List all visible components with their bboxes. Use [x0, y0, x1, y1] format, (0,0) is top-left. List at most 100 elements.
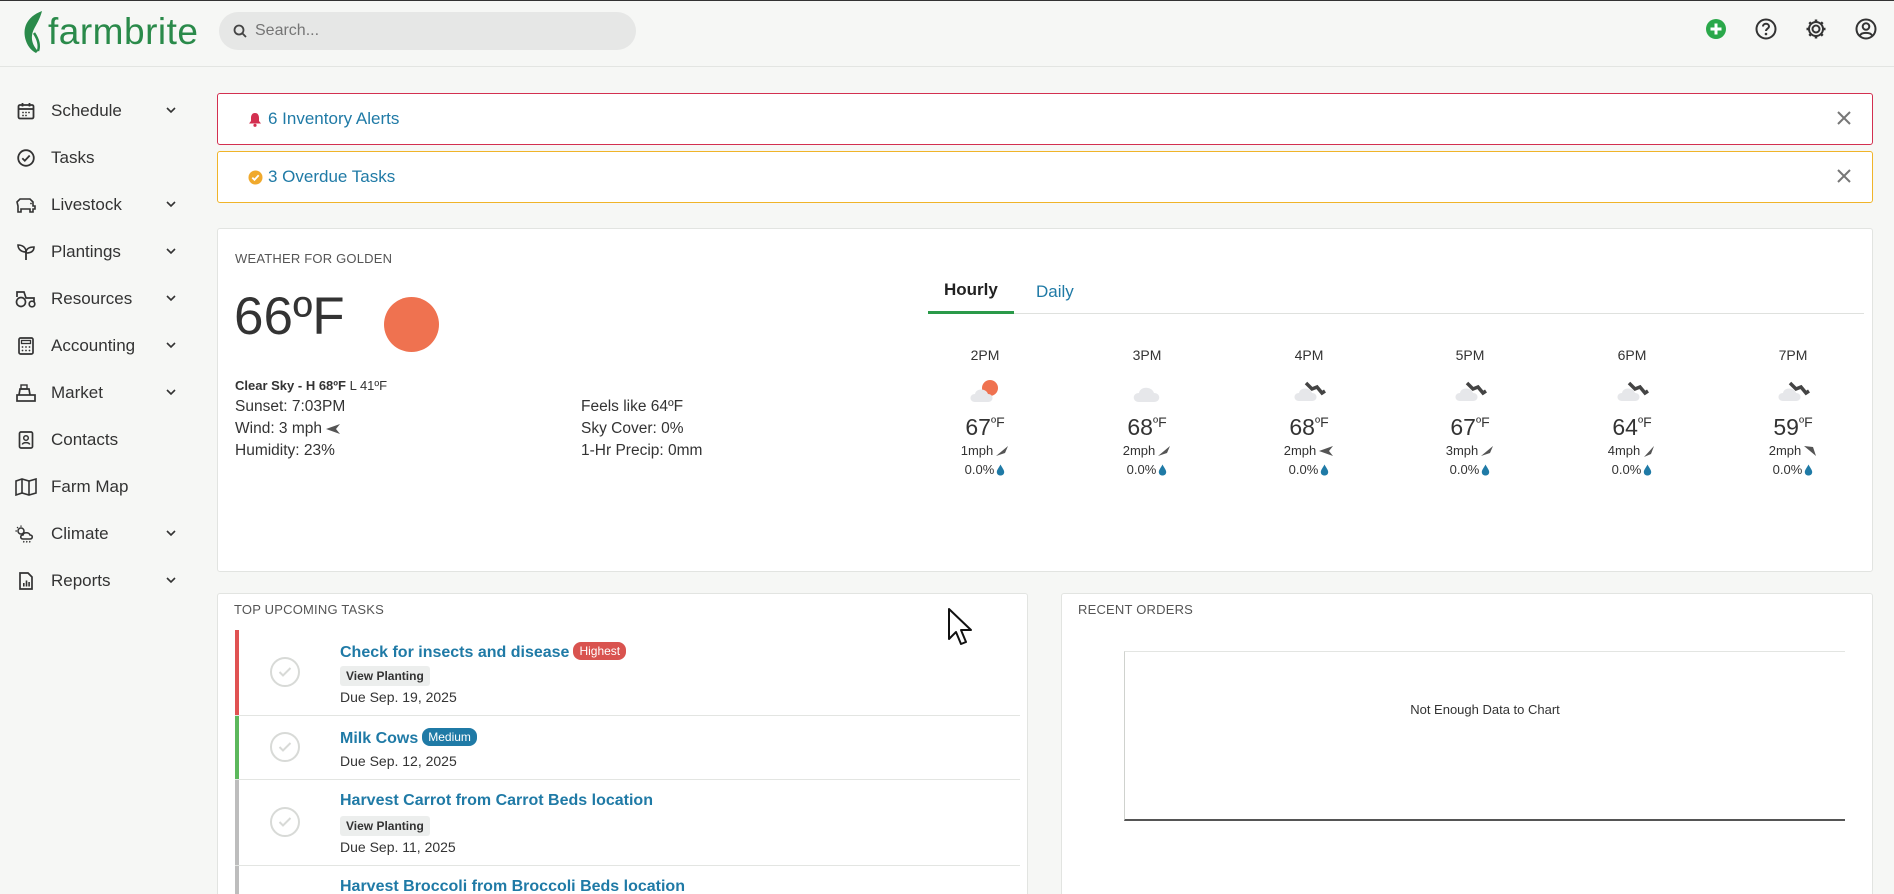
- hour-wind: 1mph: [930, 441, 1040, 460]
- summary-high: Clear Sky - H 68ºF: [235, 378, 346, 393]
- windy-cloud-icon: [1738, 373, 1848, 409]
- account-icon[interactable]: [1854, 17, 1878, 41]
- help-icon[interactable]: [1754, 17, 1778, 41]
- close-icon[interactable]: [1832, 106, 1856, 130]
- raindrop-icon: [997, 464, 1005, 475]
- wind-direction-icon: [326, 424, 341, 434]
- sidebar-item-livestock[interactable]: Livestock: [0, 181, 200, 228]
- hour-temp: 68ºF: [1092, 414, 1202, 441]
- humidity-text: Humidity: 23%: [235, 442, 335, 459]
- task-link[interactable]: Check for insects and disease: [340, 644, 569, 661]
- add-icon[interactable]: [1704, 17, 1728, 41]
- wind-direction-icon: [1644, 445, 1655, 457]
- sidebar-item-climate[interactable]: Climate: [0, 510, 200, 557]
- hour-time: 2PM: [970, 347, 1000, 363]
- raindrop-icon: [1805, 464, 1813, 475]
- tab-hourly[interactable]: Hourly: [928, 269, 1014, 314]
- precip-text: 1-Hr Precip: 0mm: [581, 442, 703, 459]
- close-icon[interactable]: [1832, 164, 1856, 188]
- hour-precip: 0.0%: [930, 460, 1040, 479]
- hour-wind: 2mph: [1092, 441, 1202, 460]
- task-link[interactable]: Harvest Carrot from Carrot Beds location: [340, 792, 653, 809]
- raindrop-icon: [1482, 464, 1490, 475]
- partly-sunny-icon: [930, 373, 1040, 409]
- hour-temp-unit: ºF: [1798, 414, 1813, 430]
- task-row: Check for insects and disease Highest Vie…: [235, 630, 1020, 716]
- sun-icon: [384, 297, 439, 352]
- priority-badge: Medium: [422, 728, 477, 746]
- recent-orders-card: RECENT ORDERS Not Enough Data to Chart: [1061, 593, 1873, 894]
- hour-precip-value: 0.0%: [1772, 462, 1803, 477]
- task-name-row: Harvest Carrot from Carrot Beds location: [340, 792, 653, 810]
- priority-bar: [235, 716, 239, 779]
- forecast-tabs: Hourly Daily: [928, 269, 1864, 314]
- hour-forecast: 4PM 68ºF 2mph 0.0%: [1254, 347, 1364, 479]
- upcoming-tasks-card: TOP UPCOMING TASKS Check for insects and…: [217, 593, 1028, 894]
- hour-wind-value: 2mph: [1768, 443, 1802, 458]
- overdue-tasks-banner: 3 Overdue Tasks: [217, 151, 1873, 203]
- complete-task-check-icon[interactable]: [270, 807, 300, 837]
- hour-wind-value: 1mph: [960, 443, 994, 458]
- chevron-down-icon: [166, 248, 176, 255]
- hour-wind: 4mph: [1577, 441, 1687, 460]
- sidebar-item-label: Market: [51, 382, 103, 402]
- windy-cloud-icon: [1415, 373, 1525, 409]
- task-row: Harvest Carrot from Carrot Beds location…: [235, 780, 1020, 866]
- hour-precip: 0.0%: [1577, 460, 1687, 479]
- sidebar-item-tasks[interactable]: Tasks: [0, 134, 200, 181]
- sidebar-item-resources[interactable]: Resources: [0, 275, 200, 322]
- hour-wind: 2mph: [1254, 441, 1364, 460]
- orders-title: RECENT ORDERS: [1078, 602, 1194, 617]
- weather-details-right: Feels like 64ºF Sky Cover: 0% 1-Hr Preci…: [581, 396, 702, 462]
- sprout-icon: [15, 241, 37, 263]
- sidebar-nav: Schedule Tasks Livestock Plantings Resou…: [0, 87, 200, 604]
- hour-wind-value: 2mph: [1283, 443, 1317, 458]
- sidebar-item-plantings[interactable]: Plantings: [0, 228, 200, 275]
- sidebar-item-contacts[interactable]: Contacts: [0, 416, 200, 463]
- view-planting-button[interactable]: View Planting: [340, 666, 430, 686]
- sidebar-item-label: Accounting: [51, 335, 136, 355]
- windy-cloud-icon: [1254, 373, 1364, 409]
- search-box[interactable]: [219, 12, 636, 50]
- view-planting-button[interactable]: View Planting: [340, 816, 430, 836]
- hour-temp-value: 67: [1450, 414, 1476, 440]
- tractor-icon: [15, 288, 37, 310]
- overdue-tasks-link[interactable]: 3 Overdue Tasks: [268, 167, 395, 187]
- hour-precip-value: 0.0%: [1611, 462, 1642, 477]
- tasks-title: TOP UPCOMING TASKS: [234, 602, 385, 617]
- inventory-alerts-link[interactable]: 6 Inventory Alerts: [268, 109, 399, 129]
- wind-direction-icon: [1481, 445, 1494, 456]
- farmbrite-logo[interactable]: farmbrite: [20, 7, 198, 57]
- hour-temp-unit: ºF: [990, 414, 1005, 430]
- task-link[interactable]: Milk Cows: [340, 730, 418, 747]
- sidebar-item-accounting[interactable]: Accounting: [0, 322, 200, 369]
- wind-row: Wind: 3 mph: [235, 418, 345, 440]
- sidebar-item-schedule[interactable]: Schedule: [0, 87, 200, 134]
- sidebar-item-reports[interactable]: Reports: [0, 557, 200, 604]
- map-icon: [15, 476, 37, 498]
- chevron-down-icon: [166, 107, 176, 114]
- chevron-down-icon: [166, 577, 176, 584]
- task-name-row: Milk Cows Medium: [340, 728, 477, 748]
- gear-icon[interactable]: [1804, 17, 1828, 41]
- sky-cover-text: Sky Cover: 0%: [581, 420, 684, 437]
- sidebar-item-farm-map[interactable]: Farm Map: [0, 463, 200, 510]
- sidebar-item-market[interactable]: Market: [0, 369, 200, 416]
- wind-direction-icon: [996, 445, 1009, 456]
- wind-text: Wind: 3 mph: [235, 420, 323, 437]
- complete-task-check-icon[interactable]: [270, 657, 300, 687]
- task-link[interactable]: Harvest Broccoli from Broccoli Beds loca…: [340, 878, 685, 894]
- sidebar-item-label: Climate: [51, 523, 109, 543]
- cloud-icon: [1092, 373, 1202, 409]
- leaf-logo-icon: [24, 11, 42, 53]
- hour-forecast: 6PM 64ºF 4mph 0.0%: [1577, 347, 1687, 479]
- priority-bar: [235, 866, 239, 894]
- sidebar-item-label: Schedule: [51, 100, 122, 120]
- hour-temp-unit: ºF: [1152, 414, 1167, 430]
- complete-task-check-icon[interactable]: [270, 732, 300, 762]
- search-input[interactable]: [255, 22, 615, 40]
- hour-precip: 0.0%: [1092, 460, 1202, 479]
- hour-forecast: 5PM 67ºF 3mph 0.0%: [1415, 347, 1525, 479]
- tab-daily[interactable]: Daily: [1020, 269, 1090, 314]
- hour-time: 6PM: [1617, 347, 1647, 363]
